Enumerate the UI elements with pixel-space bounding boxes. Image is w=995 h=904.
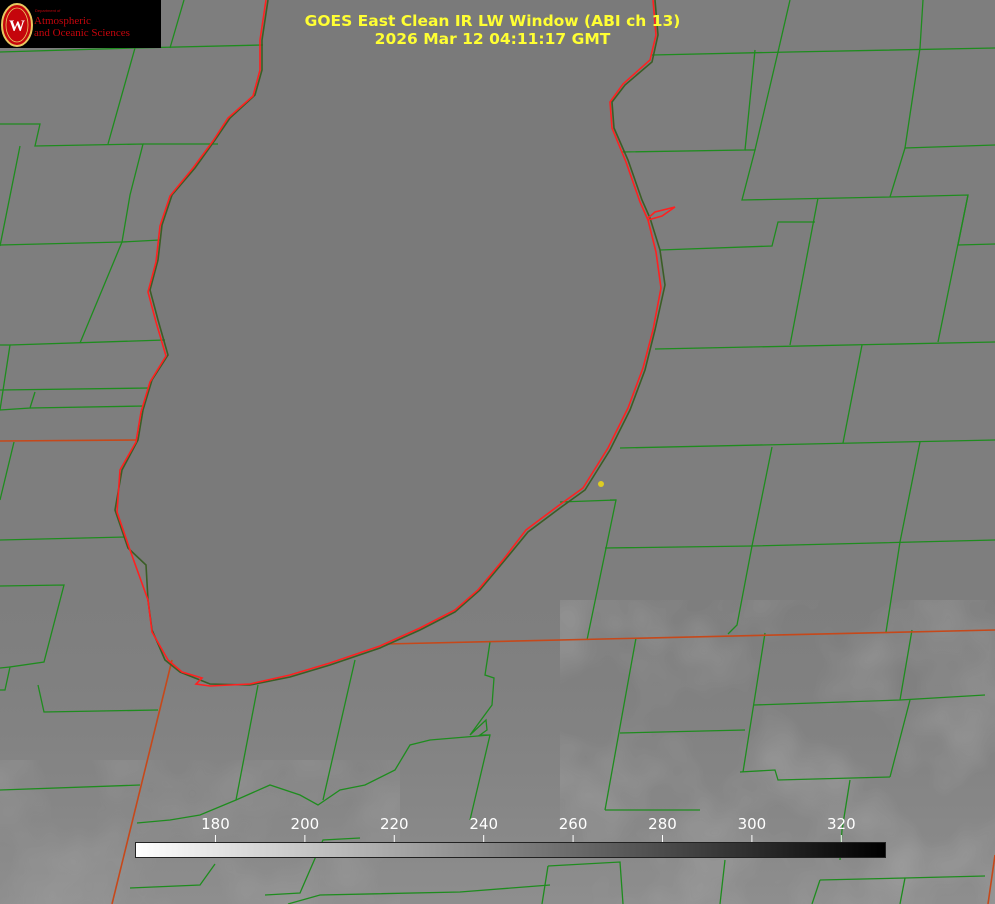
colorbar-tick-label: 220 xyxy=(379,815,409,833)
image-title: GOES East Clean IR LW Window (ABI ch 13) xyxy=(304,12,681,30)
colorbar-tick-label: 320 xyxy=(826,815,856,833)
cloud-noise-left xyxy=(0,760,400,904)
colorbar-tick-label: 300 xyxy=(737,815,767,833)
colorbar-tick-label: 240 xyxy=(469,815,498,833)
colorbar-tick-label: 180 xyxy=(201,815,230,833)
image-timestamp: 2026 Mar 12 04:11:17 GMT xyxy=(374,30,611,48)
satellite-map xyxy=(0,0,995,904)
colorbar-tick-label: 260 xyxy=(558,815,588,833)
colorbar-tick-label: 280 xyxy=(648,815,677,833)
cloud-noise xyxy=(560,600,995,904)
point-marker xyxy=(598,481,604,487)
temperature-colorbar xyxy=(135,842,886,858)
colorbar-tick-label: 200 xyxy=(290,815,320,833)
